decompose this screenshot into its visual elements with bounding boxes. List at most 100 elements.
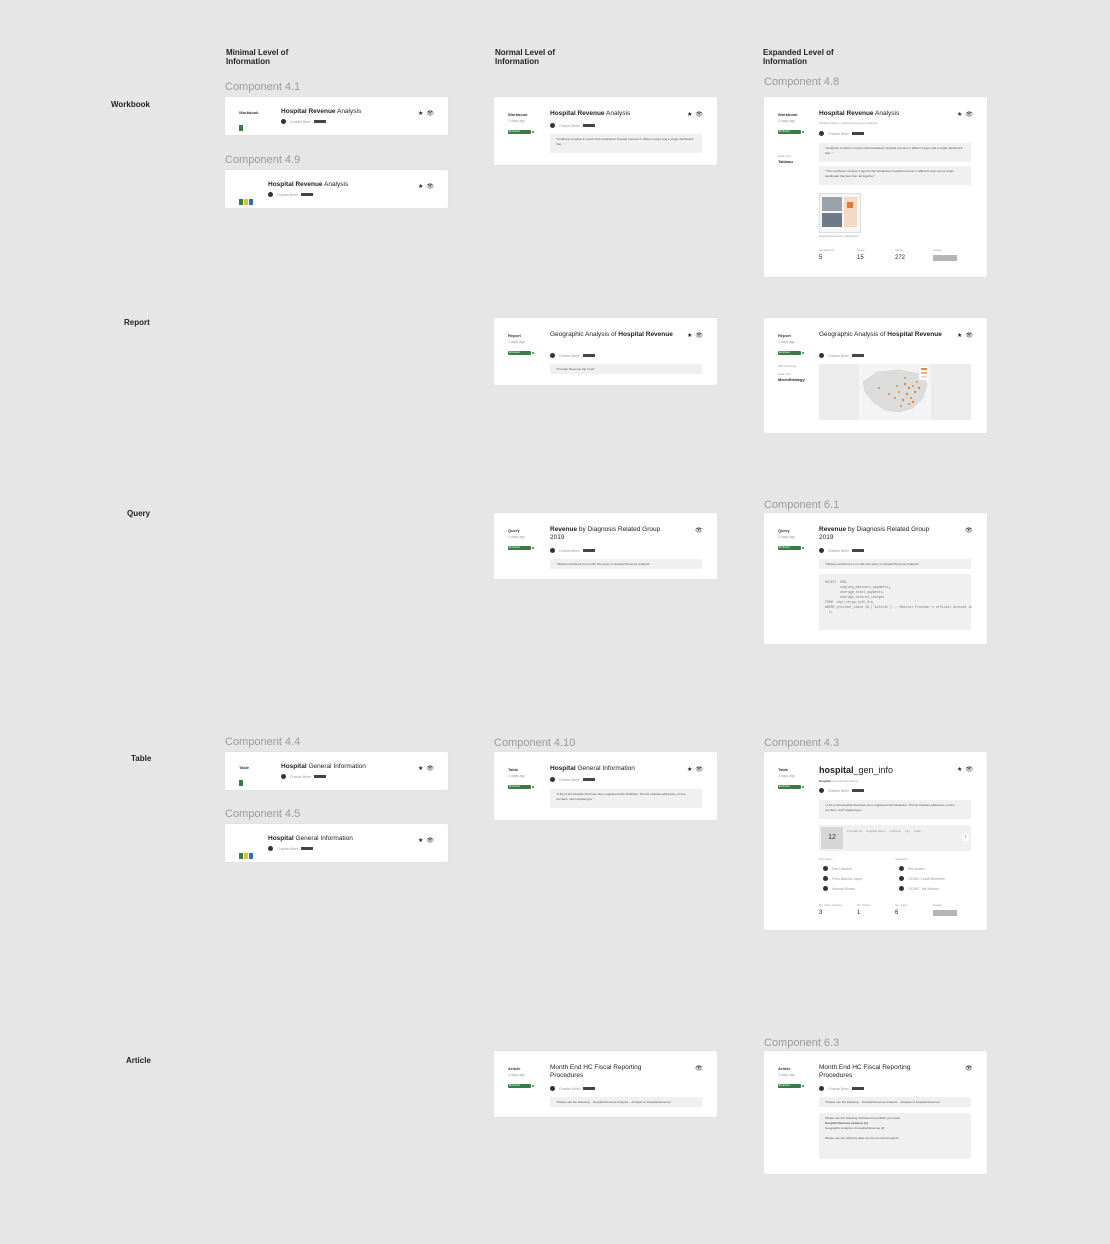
avatar (268, 846, 273, 851)
eye-icon[interactable]: 👁 (965, 1065, 973, 1072)
top-user[interactable]: Femi Barnett-Yalpe (823, 876, 862, 881)
card-type-label: Query (508, 528, 520, 533)
article-card-expanded[interactable]: Article 4 days ago Endorsed Month End HC… (764, 1051, 987, 1174)
steward[interactable]: Eric Amtes (899, 866, 925, 871)
star-icon[interactable]: ★ (957, 332, 962, 339)
stat-value: 1 (857, 910, 861, 916)
query-card-normal[interactable]: Query 4 days ago Endorsed Revenue by Dia… (494, 513, 717, 579)
card-title[interactable]: Hospital Revenue Analysis (550, 110, 630, 118)
star-icon[interactable]: ★ (687, 332, 692, 339)
star-icon[interactable]: ★ (957, 111, 962, 118)
owner[interactable]: Charles Brien (550, 1086, 596, 1091)
star-icon[interactable]: ★ (687, 766, 692, 773)
avatar (819, 788, 824, 793)
owner-tag (852, 1087, 865, 1090)
owner[interactable]: Charles Brien (281, 774, 327, 779)
steward[interactable]: ClOWC Local Members (899, 876, 945, 881)
eye-icon[interactable]: 👁 (695, 527, 703, 534)
card-title[interactable]: Hospital General Information (281, 763, 366, 771)
star-icon[interactable]: ★ (687, 111, 692, 118)
source-name: MicroStrategy (778, 364, 797, 368)
star-icon[interactable]: ★ (418, 183, 423, 190)
article-card-normal[interactable]: Article 4 days ago Endorsed Month End HC… (494, 1051, 717, 1117)
avatar (268, 192, 273, 197)
eye-icon[interactable]: 👁 (426, 837, 434, 844)
table-preview[interactable]: 12 Provider ID Hospital Name Address Cit… (819, 825, 971, 851)
card-type-label: Query (778, 528, 790, 533)
workbook-card-minimal[interactable]: Workbook Hospital Revenue Analysis Charl… (225, 97, 448, 135)
card-title[interactable]: Hospital General Information (550, 765, 635, 773)
top-user[interactable]: Dan Lambert (823, 866, 852, 871)
owner[interactable]: Charles Brien (550, 777, 596, 782)
card-title[interactable]: Geographic Analysis of Hospital Revenue (819, 331, 944, 339)
avatar (550, 123, 555, 128)
owner[interactable]: Charles Brien (550, 123, 596, 128)
table-card-normal[interactable]: Table 2 days ago Endorsed Hospital Gener… (494, 752, 717, 820)
card-actions: ★ 👁 (687, 111, 703, 118)
card-title[interactable]: Hospital Revenue Analysis (268, 181, 348, 189)
source-icon (239, 773, 244, 791)
owner[interactable]: Charles Brien (819, 788, 865, 793)
owner[interactable]: Charles Brien (819, 1086, 865, 1091)
breadcrumb-root[interactable]: Tableau Online (819, 121, 839, 125)
breadcrumb-current[interactable]: Hospital Revenue Analysis (842, 121, 878, 125)
eye-icon[interactable]: 👁 (965, 766, 973, 773)
owner[interactable]: Charles Brien (268, 192, 314, 197)
report-card-expanded[interactable]: Report 2 days ago Endorsed MicroStrategy… (764, 318, 987, 433)
eye-icon[interactable]: 👁 (695, 766, 703, 773)
owner[interactable]: Charles Brien (550, 353, 596, 358)
card-type-label: Workbook (508, 112, 528, 117)
owner[interactable]: Charles Brien (819, 548, 865, 553)
card-title[interactable]: Geographic Analysis of Hospital Revenue (550, 331, 675, 339)
owner[interactable]: Charles Brien (819, 131, 865, 136)
table-card-minimal-alt[interactable]: Hospital General Information Charles Bri… (225, 824, 448, 862)
card-title[interactable]: hospital_gen_info (819, 765, 893, 775)
top-user[interactable]: Hannah Brown (823, 886, 855, 891)
endorsed-badge: Endorsed (508, 351, 534, 355)
eye-icon[interactable]: 👁 (695, 111, 703, 118)
row-label-workbook: Workbook (111, 100, 150, 109)
card-title[interactable]: Hospital Revenue Analysis (819, 110, 899, 118)
owner[interactable]: Charles Brien (281, 119, 327, 124)
workbook-card-normal[interactable]: Workbook 2 days ago Endorsed Hospital Re… (494, 97, 717, 165)
card-title[interactable]: Revenue by Diagnosis Related Group 2019 (819, 526, 944, 542)
article-line: Please use the following data sources fo… (825, 1136, 900, 1140)
report-card-normal[interactable]: Report 2 days ago Endorsed Geographic An… (494, 318, 717, 385)
workbook-card-minimal-alt[interactable]: Hospital Revenue Analysis Charles Brien … (225, 170, 448, 208)
stat-value: 6 (895, 910, 899, 916)
eye-icon[interactable]: 👁 (426, 110, 434, 117)
dashboard-thumbnail[interactable] (819, 193, 861, 233)
eye-icon[interactable]: 👁 (426, 765, 434, 772)
table-card-expanded[interactable]: Table 2 days ago Endorsed hospital_gen_i… (764, 752, 987, 930)
card-actions: 👁 (695, 1065, 703, 1072)
workbook-card-expanded[interactable]: Workbook 2 days ago Endorsed Data from T… (764, 97, 987, 277)
card-title[interactable]: Month End HC Fiscal Reporting Procedures (550, 1064, 675, 1080)
eye-icon[interactable]: 👁 (426, 183, 434, 190)
star-icon[interactable]: ★ (418, 837, 423, 844)
owner[interactable]: Charles Brien (550, 548, 596, 553)
star-icon[interactable]: ★ (957, 766, 962, 773)
data-from-label: Data from (778, 372, 792, 376)
card-title[interactable]: Month End HC Fiscal Reporting Procedures (819, 1064, 944, 1080)
report-preview[interactable] (819, 364, 971, 420)
top-users-label: Top Users (819, 857, 833, 861)
query-card-expanded[interactable]: Query 4 days ago Endorsed Revenue by Dia… (764, 513, 987, 644)
table-card-minimal[interactable]: Table Hospital General Information Charl… (225, 752, 448, 790)
card-title[interactable]: Revenue by Diagnosis Related Group 2019 (550, 526, 675, 542)
card-type-label: Table (239, 765, 250, 770)
card-title[interactable]: Hospital General Information (268, 835, 353, 843)
star-icon[interactable]: ★ (418, 765, 423, 772)
owner[interactable]: Charles Brien (268, 846, 314, 851)
card-title[interactable]: Hospital Revenue Analysis (281, 108, 361, 116)
steward[interactable]: ClOWC Jeff Admins (899, 886, 939, 891)
eye-icon[interactable]: 👁 (965, 527, 973, 534)
star-icon[interactable]: ★ (418, 110, 423, 117)
owner[interactable]: Charles Brien (819, 353, 865, 358)
eye-icon[interactable]: 👁 (695, 1065, 703, 1072)
eye-icon[interactable]: 👁 (965, 111, 973, 118)
eye-icon[interactable]: 👁 (965, 332, 973, 339)
chevron-right-icon[interactable]: › (962, 834, 969, 841)
description-snippet: "Please use the following... Hospital Re… (819, 1097, 971, 1107)
eye-icon[interactable]: 👁 (695, 332, 703, 339)
avatar (823, 886, 828, 891)
